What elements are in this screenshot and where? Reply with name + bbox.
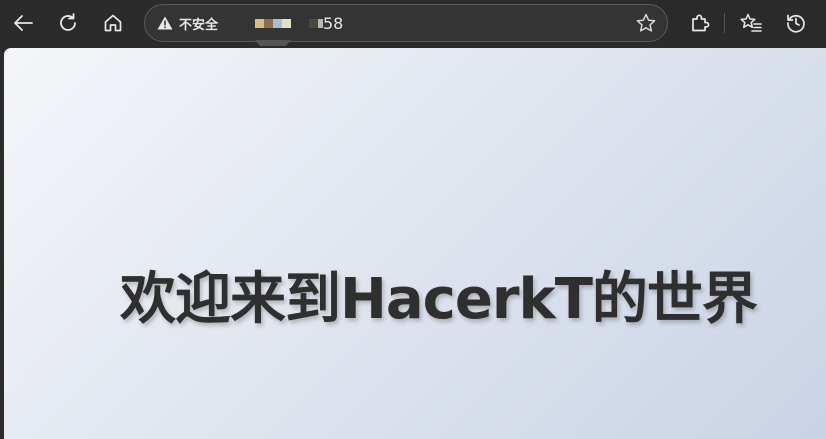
url-field[interactable]: 58	[255, 5, 343, 41]
browser-toolbar: 不安全 58	[0, 0, 826, 48]
back-button[interactable]	[8, 8, 38, 38]
home-button[interactable]	[98, 8, 128, 38]
security-label: 不安全	[179, 17, 219, 33]
favorites-button[interactable]	[736, 8, 766, 38]
home-icon	[104, 14, 122, 32]
puzzle-icon	[692, 14, 710, 32]
extensions-button[interactable]	[685, 8, 715, 38]
refresh-icon	[60, 13, 76, 31]
security-indicator[interactable]: 不安全	[157, 5, 218, 41]
redacted-url-block	[264, 18, 273, 28]
add-favorite-button[interactable]	[631, 8, 661, 38]
star-icon	[636, 13, 656, 32]
warning-triangle-icon	[157, 16, 173, 30]
redacted-url-block	[273, 18, 282, 28]
history-icon	[787, 14, 805, 33]
address-bar-notch	[255, 40, 291, 46]
page-content: 欢迎来到HacerkT的世界	[4, 48, 826, 439]
redacted-url-block	[282, 18, 291, 28]
favorites-list-icon	[740, 13, 762, 32]
url-visible-text: 58	[323, 13, 344, 33]
history-button[interactable]	[781, 8, 811, 38]
redacted-url-block	[309, 18, 318, 28]
back-arrow-icon	[14, 15, 33, 31]
toolbar-separator	[724, 13, 725, 33]
welcome-heading: 欢迎来到HacerkT的世界	[120, 267, 758, 332]
redacted-url-block	[255, 18, 264, 28]
refresh-button[interactable]	[53, 8, 83, 38]
address-bar[interactable]: 不安全 58	[144, 4, 668, 42]
